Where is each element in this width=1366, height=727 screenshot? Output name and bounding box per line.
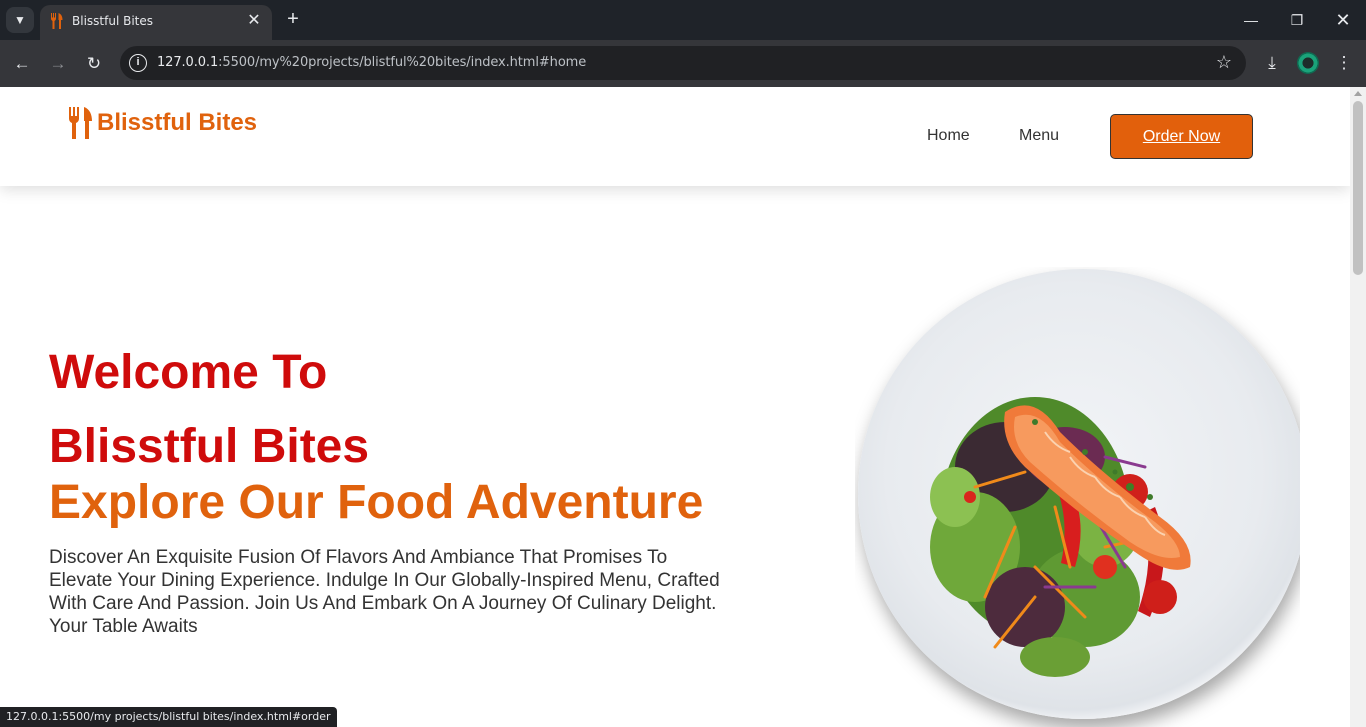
browser-tab[interactable]: Blisstful Bites ✕ [40,5,272,40]
browser-tab-bar: ▼ Blisstful Bites ✕ + — ❐ ✕ [0,0,1366,40]
restore-icon[interactable]: ❐ [1274,0,1320,40]
tab-search-icon[interactable]: ▼ [6,7,34,33]
page-scrollbar[interactable] [1350,87,1366,727]
site-logo[interactable]: Blisstful Bites [68,107,257,139]
url-host: 127.0.0.1 [157,55,219,70]
hero-welcome-heading: Welcome To [49,346,328,399]
reload-icon[interactable]: ↻ [81,51,107,77]
forward-icon[interactable]: → [45,51,71,77]
nav-home-link[interactable]: Home [927,127,970,145]
hero-brand-heading: Blisstful Bites [49,420,370,473]
plus-icon[interactable]: + [282,8,304,30]
fork-knife-icon [69,107,92,139]
kebab-menu-icon[interactable]: ⋮ [1332,51,1356,75]
salmon-salad-illustration [930,397,1191,677]
url-text[interactable]: 127.0.0.1:5500/my%20projects/blistful%20… [157,55,586,70]
info-icon[interactable]: i [129,54,147,72]
minimize-icon[interactable]: — [1228,0,1274,40]
hero-tagline: Explore Our Food Adventure [49,476,704,529]
address-bar[interactable]: i 127.0.0.1:5500/my%20projects/blistful%… [120,46,1246,80]
scroll-thumb[interactable] [1353,101,1363,275]
order-now-button[interactable]: Order Now [1110,114,1253,159]
url-path: :5500/my%20projects/blistful%20bites/ind… [218,55,587,70]
hero-food-image [855,267,1300,727]
hero-description: Discover An Exquisite Fusion Of Flavors … [49,547,720,637]
web-page: Blisstful Bites Home Menu Order Now Welc… [0,87,1350,727]
site-header: Blisstful Bites Home Menu Order Now [0,87,1350,186]
close-icon[interactable]: ✕ [244,11,264,31]
star-icon[interactable]: ☆ [1216,52,1232,73]
nav-menu-link[interactable]: Menu [1019,127,1059,145]
extension-icon[interactable] [1297,52,1319,74]
fork-knife-icon [51,13,63,29]
brand-name: Blisstful Bites [97,109,258,136]
scroll-up-arrow[interactable] [1354,91,1362,96]
status-bar-url: 127.0.0.1:5500/my projects/blistful bite… [0,707,337,727]
browser-toolbar: ← → ↻ i 127.0.0.1:5500/my%20projects/bli… [0,40,1366,87]
close-window-icon[interactable]: ✕ [1320,0,1366,40]
back-icon[interactable]: ← [9,51,35,77]
download-icon[interactable]: ⤓ [1260,51,1284,75]
tab-title: Blisstful Bites [72,14,153,28]
